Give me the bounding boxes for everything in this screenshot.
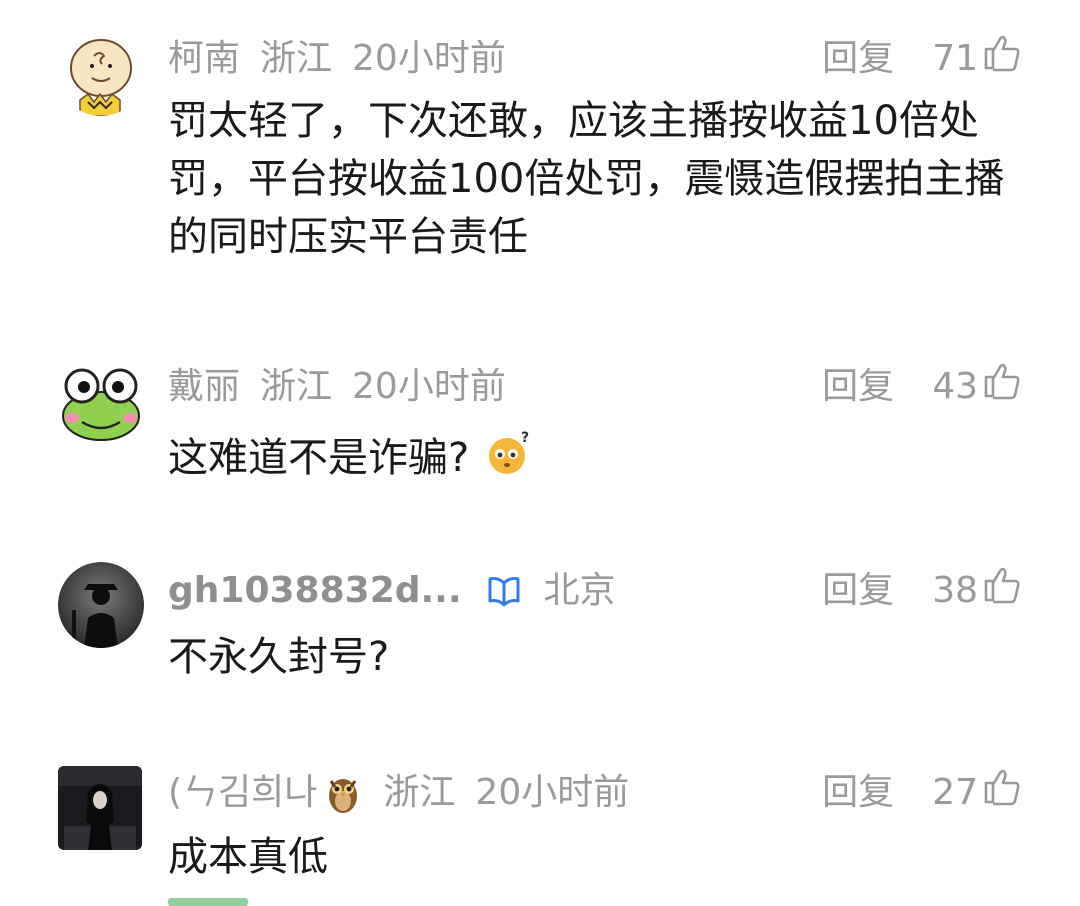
frog-avatar-icon — [58, 360, 144, 446]
comment-actions: 回复 38 — [822, 566, 1022, 616]
comment-actions: 回复 43 — [822, 362, 1022, 412]
svg-text:?: ? — [521, 430, 529, 446]
like-count: 43 — [932, 366, 978, 407]
location: 浙江 — [260, 38, 333, 79]
location: 北京 — [543, 570, 616, 611]
username[interactable]: 戴丽 — [168, 362, 240, 412]
like-count: 38 — [932, 570, 978, 611]
dark-portrait-avatar-icon — [58, 766, 142, 850]
comment-actions: 回复 71 — [822, 34, 1022, 84]
charlie-brown-avatar-icon — [58, 30, 144, 116]
reply-button[interactable]: 回复 — [822, 566, 894, 616]
location: 浙江 — [383, 772, 456, 813]
thumbs-up-icon[interactable] — [982, 766, 1022, 820]
location: 浙江 — [260, 366, 333, 407]
like-count: 27 — [932, 772, 978, 813]
reply-button[interactable]: 回复 — [822, 768, 894, 818]
timestamp: 20小时前 — [352, 366, 506, 407]
silhouette-avatar-icon — [58, 562, 144, 648]
thumbs-up-icon[interactable] — [982, 360, 1022, 414]
truncated-next-line — [168, 898, 248, 906]
reply-button[interactable]: 回复 — [822, 34, 894, 84]
like-count: 71 — [932, 38, 978, 79]
comment-text: 罚太轻了，下次还敢，应该主播按收益10倍处罚，平台按收益100倍处罚，震慑造假摆… — [168, 98, 1005, 260]
thumbs-up-icon[interactable] — [982, 32, 1022, 86]
username[interactable]: gh1038832d... — [168, 566, 462, 616]
comment-text: 成本真低 — [168, 834, 328, 880]
comment-meta: 柯南 浙江 20小时前 — [168, 34, 506, 84]
comment-text: 这难道不是诈骗? — [168, 435, 470, 481]
avatar[interactable] — [58, 766, 142, 850]
comment-meta: 戴丽 浙江 20小时前 — [168, 362, 506, 412]
timestamp: 20小时前 — [475, 772, 630, 813]
comment-meta: gh1038832d... 北京 — [168, 566, 616, 616]
comment-text: 不永久封号? — [168, 634, 390, 680]
username[interactable]: (ㄣ김희나 — [168, 768, 317, 818]
confused-face-emoji: ? — [483, 428, 535, 492]
verified-book-icon — [484, 573, 524, 609]
avatar[interactable] — [58, 562, 144, 648]
username[interactable]: 柯南 — [168, 34, 240, 84]
comment-text-row: 这难道不是诈骗? ? — [168, 428, 1028, 492]
comment-actions: 回复 27 — [822, 768, 1022, 818]
avatar[interactable] — [58, 30, 144, 116]
comment-meta: (ㄣ김희나 浙江 20小时前 — [168, 768, 629, 818]
timestamp: 20小时前 — [352, 38, 506, 79]
reply-button[interactable]: 回复 — [822, 362, 894, 412]
owl-emoji — [323, 771, 363, 815]
thumbs-up-icon[interactable] — [982, 564, 1022, 618]
avatar[interactable] — [58, 360, 144, 446]
